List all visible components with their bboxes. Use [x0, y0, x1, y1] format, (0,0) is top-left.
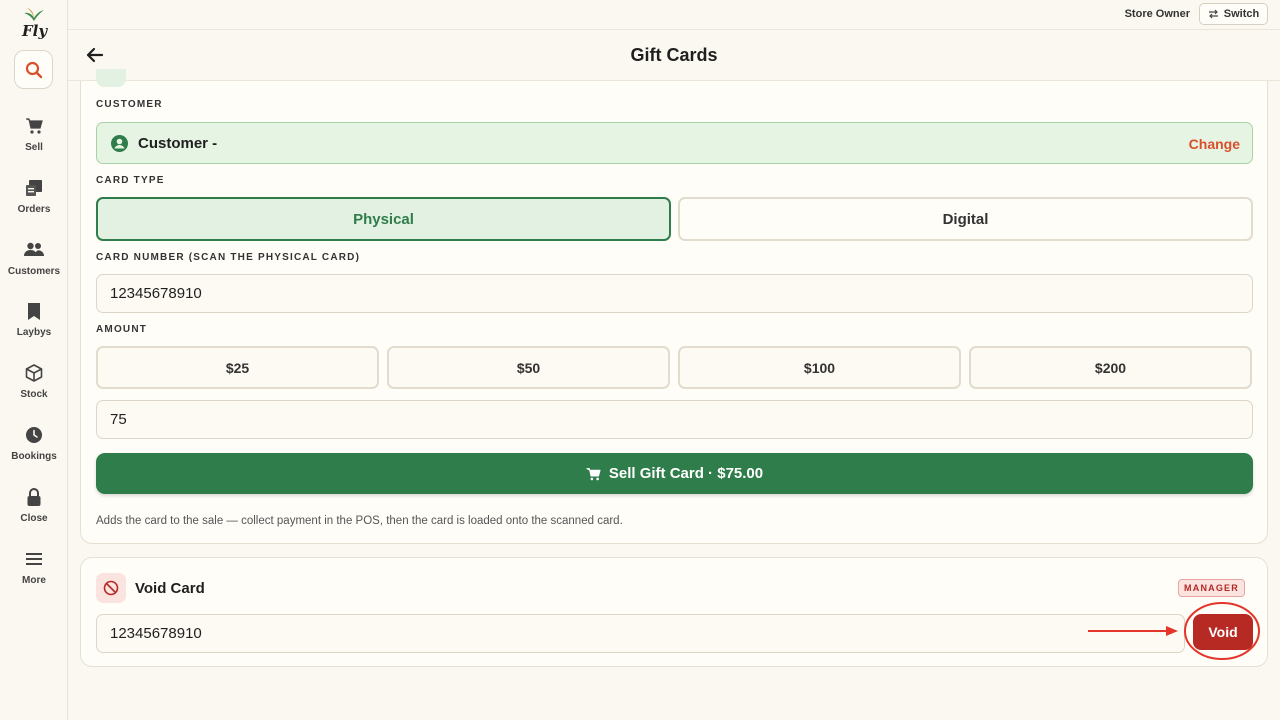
- gift-card-icon: [96, 69, 126, 87]
- manager-badge: MANAGER: [1178, 579, 1245, 597]
- top-bar: Store Owner Switch: [68, 0, 1280, 30]
- sidebar-item-laybys[interactable]: Laybys: [0, 301, 68, 351]
- wing-logo-icon: [24, 8, 44, 21]
- logo-text: Fly: [22, 22, 48, 40]
- switch-label: Switch: [1223, 8, 1260, 20]
- amount-label: AMOUNT: [96, 324, 148, 335]
- customer-label: CUSTOMER: [96, 99, 163, 110]
- sidebar-item-label: Close: [20, 513, 48, 524]
- change-customer-link[interactable]: Change: [1189, 136, 1240, 152]
- sidebar: Fly Sell Orders Customers Laybys Stock B…: [0, 0, 68, 720]
- amount-preset-25[interactable]: $25: [96, 346, 379, 389]
- swap-icon: [1208, 9, 1218, 19]
- clock-icon: [24, 425, 44, 445]
- search-icon: [25, 61, 42, 78]
- sidebar-item-stock[interactable]: Stock: [0, 363, 68, 413]
- cart-icon: [24, 116, 44, 136]
- amount-preset-200[interactable]: $200: [969, 346, 1252, 389]
- sidebar-item-label: Bookings: [11, 451, 57, 462]
- void-card-number-input[interactable]: 12345678910: [96, 614, 1185, 653]
- lock-icon: [24, 487, 44, 507]
- sidebar-item-more[interactable]: More: [0, 549, 68, 599]
- sell-gift-card-button[interactable]: Sell Gift Card · $75.00: [96, 453, 1253, 494]
- switch-user-button[interactable]: Switch: [1199, 3, 1268, 25]
- sidebar-item-label: Orders: [17, 204, 51, 215]
- customer-selector[interactable]: Customer - Change: [96, 122, 1253, 164]
- sell-button-label: Sell Gift Card · $75.00: [608, 465, 764, 482]
- customer-name: Customer -: [138, 135, 218, 152]
- page-header: Gift Cards: [68, 30, 1280, 81]
- sell-gift-card-panel: CUSTOMER Customer - Change CARD TYPE Phy…: [80, 69, 1268, 544]
- void-button[interactable]: Void: [1193, 614, 1253, 650]
- box-icon: [24, 363, 44, 383]
- void-card-panel: Void Card MANAGER 12345678910 Void: [80, 557, 1268, 667]
- receipt-icon: [24, 178, 44, 198]
- card-type-label: CARD TYPE: [96, 175, 165, 186]
- fly-logo[interactable]: Fly: [20, 8, 48, 40]
- void-card-title: Void Card: [135, 580, 205, 597]
- card-number-label: CARD NUMBER (SCAN THE PHYSICAL CARD): [96, 252, 361, 263]
- amount-preset-50[interactable]: $50: [387, 346, 670, 389]
- sell-hint-text: Adds the card to the sale — collect paym…: [96, 515, 623, 527]
- custom-amount-input[interactable]: 75: [96, 400, 1253, 439]
- sidebar-item-sell[interactable]: Sell: [0, 116, 68, 166]
- sidebar-item-label: Stock: [20, 389, 48, 400]
- void-icon-box: [96, 573, 126, 603]
- search-button[interactable]: [14, 50, 53, 89]
- card-type-physical[interactable]: Physical: [96, 197, 671, 241]
- sidebar-item-bookings[interactable]: Bookings: [0, 425, 68, 475]
- page-title: Gift Cards: [630, 45, 718, 65]
- sidebar-item-label: Laybys: [16, 327, 52, 338]
- card-number-input[interactable]: 12345678910: [96, 274, 1253, 313]
- amount-preset-100[interactable]: $100: [678, 346, 961, 389]
- card-type-digital[interactable]: Digital: [678, 197, 1253, 241]
- menu-icon: [24, 549, 44, 569]
- sidebar-item-label: More: [22, 575, 46, 586]
- user-avatar-icon: [111, 135, 128, 152]
- prohibited-icon: [103, 580, 119, 596]
- sidebar-item-close[interactable]: Close: [0, 487, 68, 537]
- sidebar-item-label: Customers: [7, 266, 61, 277]
- users-icon: [24, 240, 44, 260]
- sidebar-item-customers[interactable]: Customers: [0, 240, 68, 290]
- bookmark-icon: [24, 301, 44, 321]
- sidebar-item-label: Sell: [25, 142, 43, 153]
- user-role: Store Owner: [1124, 8, 1190, 20]
- cart-icon: [586, 467, 601, 480]
- sidebar-item-orders[interactable]: Orders: [0, 178, 68, 228]
